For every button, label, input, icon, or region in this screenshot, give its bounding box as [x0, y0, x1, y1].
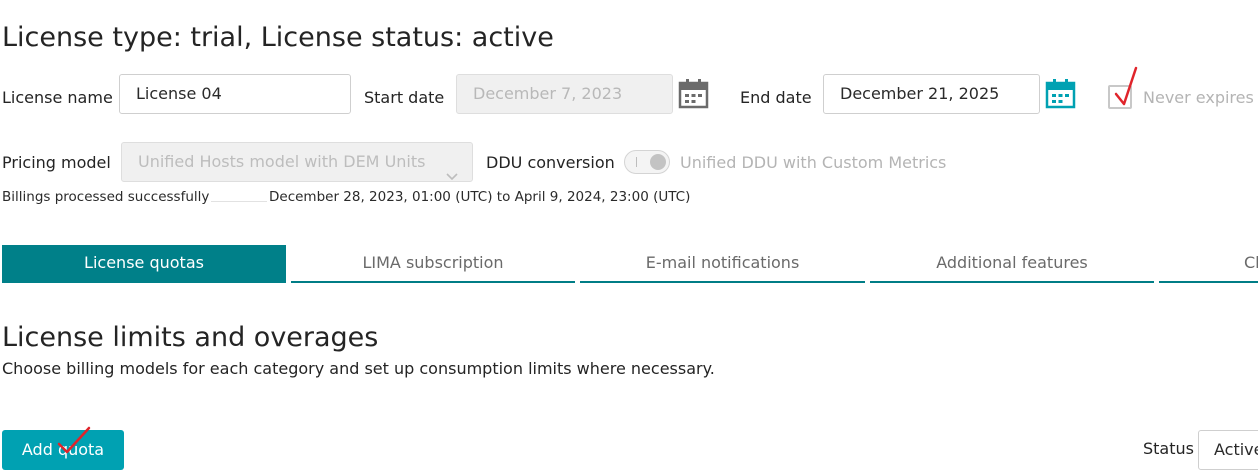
start-date-input: December 7, 2023 — [456, 74, 673, 114]
calendar-icon[interactable] — [1045, 78, 1076, 109]
start-date-label: Start date — [364, 88, 445, 107]
tab-cl[interactable]: Cl — [1159, 245, 1258, 283]
toggle-on-mark — [636, 157, 637, 167]
ddu-toggle-label: Unified DDU with Custom Metrics — [680, 153, 947, 172]
calendar-icon — [678, 78, 709, 109]
divider — [211, 201, 267, 202]
status-label: Status — [1143, 439, 1194, 458]
tab-lima-subscription[interactable]: LIMA subscription — [291, 245, 575, 283]
toggle-knob — [650, 154, 666, 170]
red-check-annotation-icon — [1114, 66, 1140, 106]
red-check-annotation-icon — [56, 426, 92, 454]
license-settings-page: License type: trial, License status: act… — [0, 0, 1258, 470]
page-title: License type: trial, License status: act… — [2, 22, 554, 53]
tab-license-quotas[interactable]: License quotas — [2, 245, 286, 283]
end-date-label: End date — [740, 88, 812, 107]
pricing-model-select: Unified Hosts model with DEM Units — [121, 142, 473, 182]
license-name-label: License name — [2, 88, 113, 107]
license-name-input[interactable]: License 04 — [119, 74, 351, 114]
end-date-input[interactable]: December 21, 2025 — [823, 74, 1040, 114]
section-heading: License limits and overages — [2, 322, 379, 353]
status-select[interactable]: Active — [1198, 430, 1258, 470]
billing-status: Billings processed successfully — [2, 189, 210, 205]
tab-email-notifications[interactable]: E-mail notifications — [580, 245, 865, 283]
ddu-conversion-toggle — [624, 150, 670, 174]
billing-period: December 28, 2023, 01:00 (UTC) to April … — [269, 189, 691, 205]
never-expires-label: Never expires — [1143, 88, 1254, 107]
pricing-model-label: Pricing model — [2, 153, 111, 172]
tab-additional-features[interactable]: Additional features — [870, 245, 1154, 283]
ddu-conversion-label: DDU conversion — [486, 153, 615, 172]
pricing-model-value: Unified Hosts model with DEM Units — [138, 152, 426, 171]
section-description: Choose billing models for each category … — [2, 359, 715, 378]
